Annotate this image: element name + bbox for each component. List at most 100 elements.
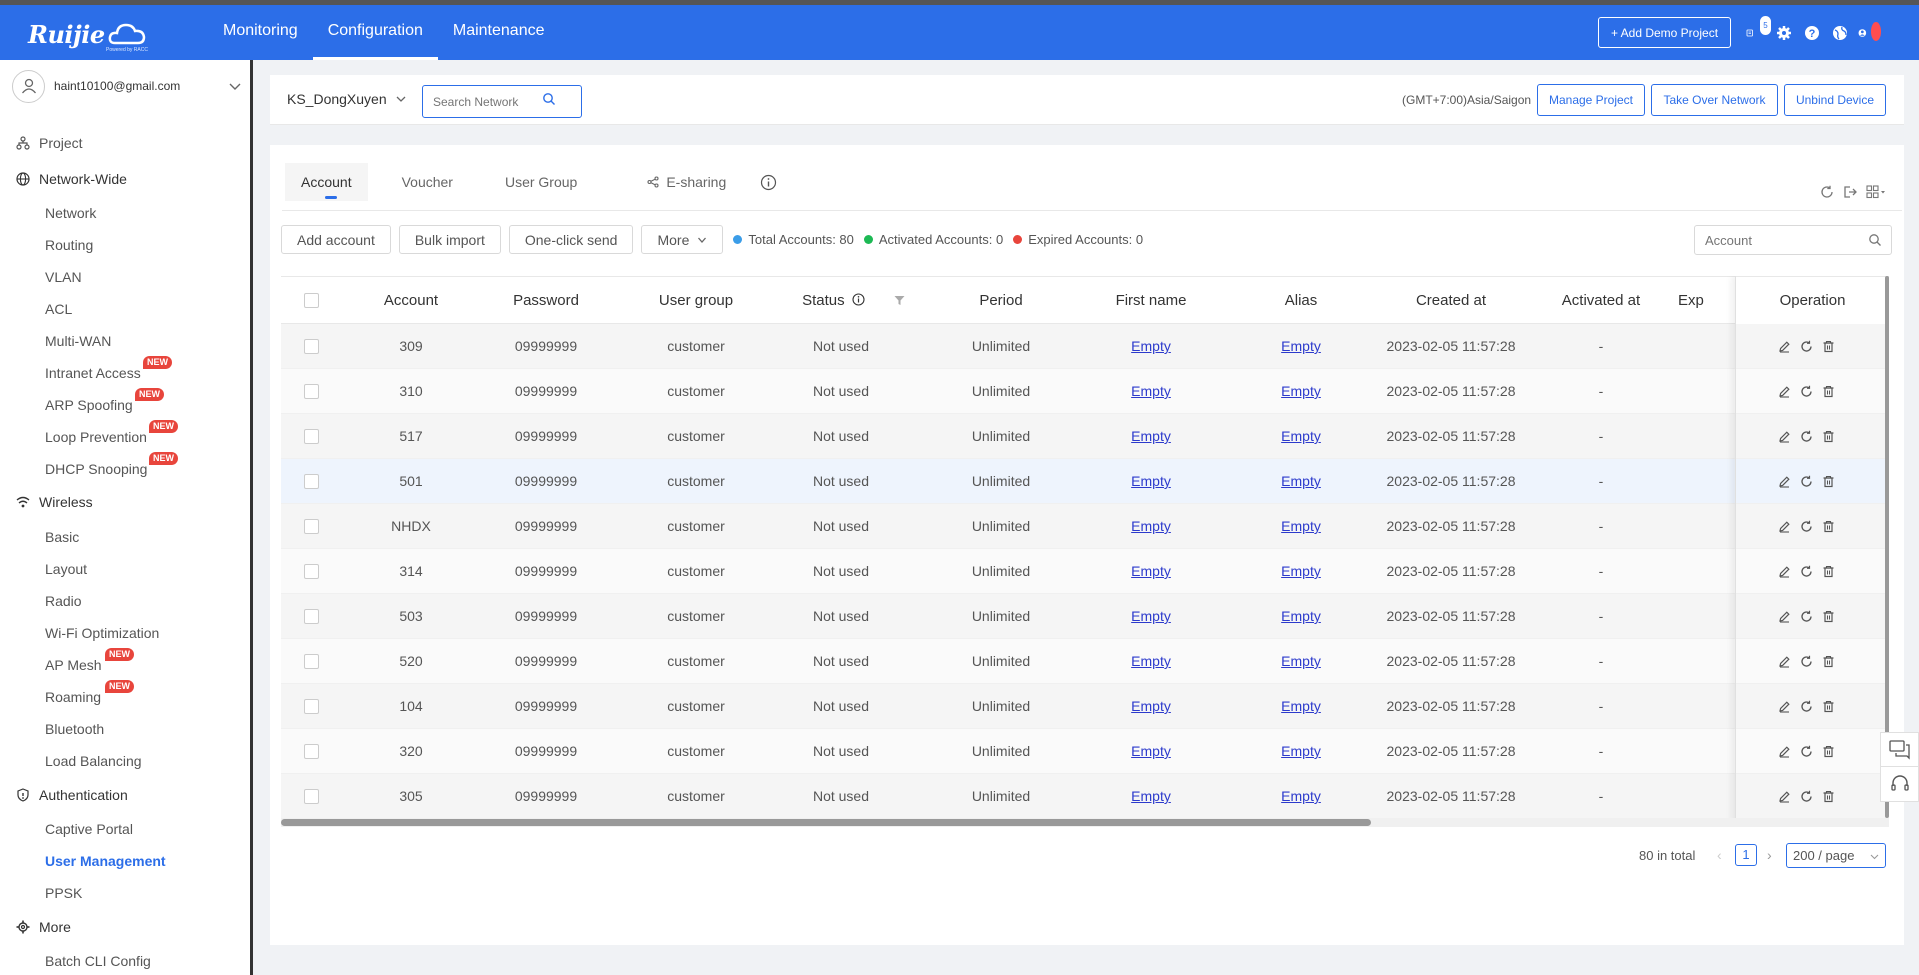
- globe-icon[interactable]: [1830, 23, 1849, 42]
- cell-alias-link[interactable]: Empty: [1281, 428, 1321, 444]
- sidebar-item-load-balancing[interactable]: Load Balancing: [45, 746, 142, 776]
- tab-user-group[interactable]: User Group: [489, 163, 593, 201]
- account-search-input[interactable]: [1694, 225, 1892, 255]
- cell-alias-link[interactable]: Empty: [1281, 563, 1321, 579]
- table-row[interactable]: 309 09999999 customer Not used Unlimited Empt…: [281, 324, 1889, 369]
- cell-first-name-link[interactable]: Empty: [1131, 608, 1171, 624]
- cell-alias-link[interactable]: Empty: [1281, 383, 1321, 399]
- tab-voucher[interactable]: Voucher: [386, 163, 469, 201]
- row-checkbox[interactable]: [304, 609, 319, 624]
- table-row[interactable]: 104 09999999 customer Not used Unlimited Empt…: [281, 684, 1889, 729]
- sidebar-item-wifi-optimization[interactable]: Wi-Fi Optimization: [45, 618, 159, 648]
- take-over-network-button[interactable]: Take Over Network: [1651, 84, 1778, 116]
- chevron-down-icon[interactable]: [228, 79, 242, 93]
- account-icon[interactable]: [1858, 22, 1881, 42]
- table-row[interactable]: 320 09999999 customer Not used Unlimited Empt…: [281, 729, 1889, 774]
- cell-first-name-link[interactable]: Empty: [1131, 698, 1171, 714]
- info-icon[interactable]: [852, 293, 865, 306]
- row-checkbox[interactable]: [304, 744, 319, 759]
- row-checkbox[interactable]: [304, 519, 319, 534]
- pagination-next-icon[interactable]: ›: [1767, 847, 1772, 863]
- cell-first-name-link[interactable]: Empty: [1131, 338, 1171, 354]
- sidebar-item-basic[interactable]: Basic: [45, 522, 79, 552]
- cell-first-name-link[interactable]: Empty: [1131, 788, 1171, 804]
- sidebar-item-intranet-access[interactable]: Intranet Access NEW: [45, 356, 172, 388]
- nav-maintenance[interactable]: Maintenance: [438, 5, 560, 60]
- search-network-input[interactable]: [422, 85, 582, 118]
- user-switcher[interactable]: haint10100@gmail.com: [12, 68, 242, 104]
- table-row[interactable]: 310 09999999 customer Not used Unlimited Empt…: [281, 369, 1889, 414]
- info-icon[interactable]: [760, 174, 777, 191]
- cell-alias-link[interactable]: Empty: [1281, 338, 1321, 354]
- sidebar-item-captive-portal[interactable]: Captive Portal: [45, 814, 133, 844]
- sidebar-item-layout[interactable]: Layout: [45, 554, 87, 584]
- sidebar-item-multi-wan[interactable]: Multi-WAN: [45, 326, 111, 356]
- table-row[interactable]: 503 09999999 customer Not used Unlimited Empt…: [281, 594, 1889, 639]
- cell-first-name-link[interactable]: Empty: [1131, 563, 1171, 579]
- horizontal-scrollbar[interactable]: [281, 819, 1371, 826]
- table-row[interactable]: 501 09999999 customer Not used Unlimited Empt…: [281, 459, 1889, 504]
- table-row[interactable]: NHDX 09999999 customer Not used Unlimited Emp…: [281, 504, 1889, 549]
- row-checkbox[interactable]: [304, 699, 319, 714]
- message-icon[interactable]: 5: [1746, 16, 1771, 42]
- row-checkbox[interactable]: [304, 654, 319, 669]
- sidebar-item-bluetooth[interactable]: Bluetooth: [45, 714, 104, 744]
- cell-first-name-link[interactable]: Empty: [1131, 428, 1171, 444]
- pagination-page[interactable]: 1: [1735, 844, 1757, 866]
- cell-first-name-link[interactable]: Empty: [1131, 473, 1171, 489]
- filter-icon[interactable]: [894, 295, 905, 306]
- one-click-send-button[interactable]: One-click send: [508, 225, 634, 254]
- sidebar-item-loop-prevention[interactable]: Loop Prevention NEW: [45, 420, 178, 452]
- row-checkbox[interactable]: [304, 564, 319, 579]
- row-checkbox[interactable]: [304, 339, 319, 354]
- cell-alias-link[interactable]: Empty: [1281, 653, 1321, 669]
- more-dropdown-button[interactable]: More: [641, 225, 724, 254]
- sidebar-section-network-wide[interactable]: Network-Wide: [0, 164, 250, 194]
- gear-icon[interactable]: [1774, 23, 1793, 42]
- sidebar-item-acl[interactable]: ACL: [45, 294, 72, 324]
- manage-project-button[interactable]: Manage Project: [1537, 84, 1645, 116]
- row-checkbox[interactable]: [304, 384, 319, 399]
- sidebar-item-user-management[interactable]: User Management: [45, 846, 166, 876]
- pagination-prev-icon[interactable]: ‹: [1717, 847, 1722, 863]
- cell-alias-link[interactable]: Empty: [1281, 788, 1321, 804]
- chat-float-button[interactable]: [1880, 732, 1919, 768]
- sidebar-section-wireless[interactable]: Wireless: [0, 487, 250, 517]
- row-checkbox[interactable]: [304, 789, 319, 804]
- cell-first-name-link[interactable]: Empty: [1131, 653, 1171, 669]
- search-icon[interactable]: [542, 92, 556, 106]
- sidebar-item-arp-spoofing[interactable]: ARP Spoofing NEW: [45, 388, 164, 420]
- nav-monitoring[interactable]: Monitoring: [208, 5, 313, 60]
- support-float-button[interactable]: [1880, 766, 1919, 802]
- project-selector[interactable]: KS_DongXuyen: [287, 91, 407, 107]
- cell-first-name-link[interactable]: Empty: [1131, 383, 1171, 399]
- table-row[interactable]: 305 09999999 customer Not used Unlimited Empt…: [281, 774, 1889, 819]
- row-checkbox[interactable]: [304, 429, 319, 444]
- cell-alias-link[interactable]: Empty: [1281, 608, 1321, 624]
- sidebar-item-batch-cli-config[interactable]: Batch CLI Config: [45, 946, 151, 975]
- sidebar-section-more[interactable]: More: [0, 912, 250, 942]
- column-settings-icon[interactable]: [1866, 185, 1886, 199]
- sidebar-item-project[interactable]: Project: [0, 128, 250, 158]
- nav-configuration[interactable]: Configuration: [312, 5, 439, 60]
- sidebar-item-ap-mesh[interactable]: AP Mesh NEW: [45, 648, 134, 680]
- table-row[interactable]: 520 09999999 customer Not used Unlimited Empt…: [281, 639, 1889, 684]
- cell-alias-link[interactable]: Empty: [1281, 743, 1321, 759]
- sidebar-item-roaming[interactable]: Roaming NEW: [45, 680, 134, 712]
- cell-first-name-link[interactable]: Empty: [1131, 743, 1171, 759]
- row-checkbox[interactable]: [304, 474, 319, 489]
- add-demo-project-button[interactable]: + Add Demo Project: [1598, 17, 1731, 48]
- sidebar-item-ppsk[interactable]: PPSK: [45, 878, 82, 908]
- add-account-button[interactable]: Add account: [281, 225, 391, 254]
- tab-e-sharing[interactable]: E-sharing: [631, 163, 742, 201]
- table-row[interactable]: 314 09999999 customer Not used Unlimited Empt…: [281, 549, 1889, 594]
- cell-first-name-link[interactable]: Empty: [1131, 518, 1171, 534]
- bulk-import-button[interactable]: Bulk import: [398, 225, 501, 254]
- sidebar-item-dhcp-snooping[interactable]: DHCP Snooping NEW: [45, 452, 178, 484]
- sidebar-item-network[interactable]: Network: [45, 198, 96, 228]
- select-all-checkbox[interactable]: [304, 293, 319, 308]
- sidebar-item-routing[interactable]: Routing: [45, 230, 93, 260]
- cell-alias-link[interactable]: Empty: [1281, 518, 1321, 534]
- page-size-select[interactable]: 200 / page: [1786, 843, 1886, 868]
- cell-alias-link[interactable]: Empty: [1281, 473, 1321, 489]
